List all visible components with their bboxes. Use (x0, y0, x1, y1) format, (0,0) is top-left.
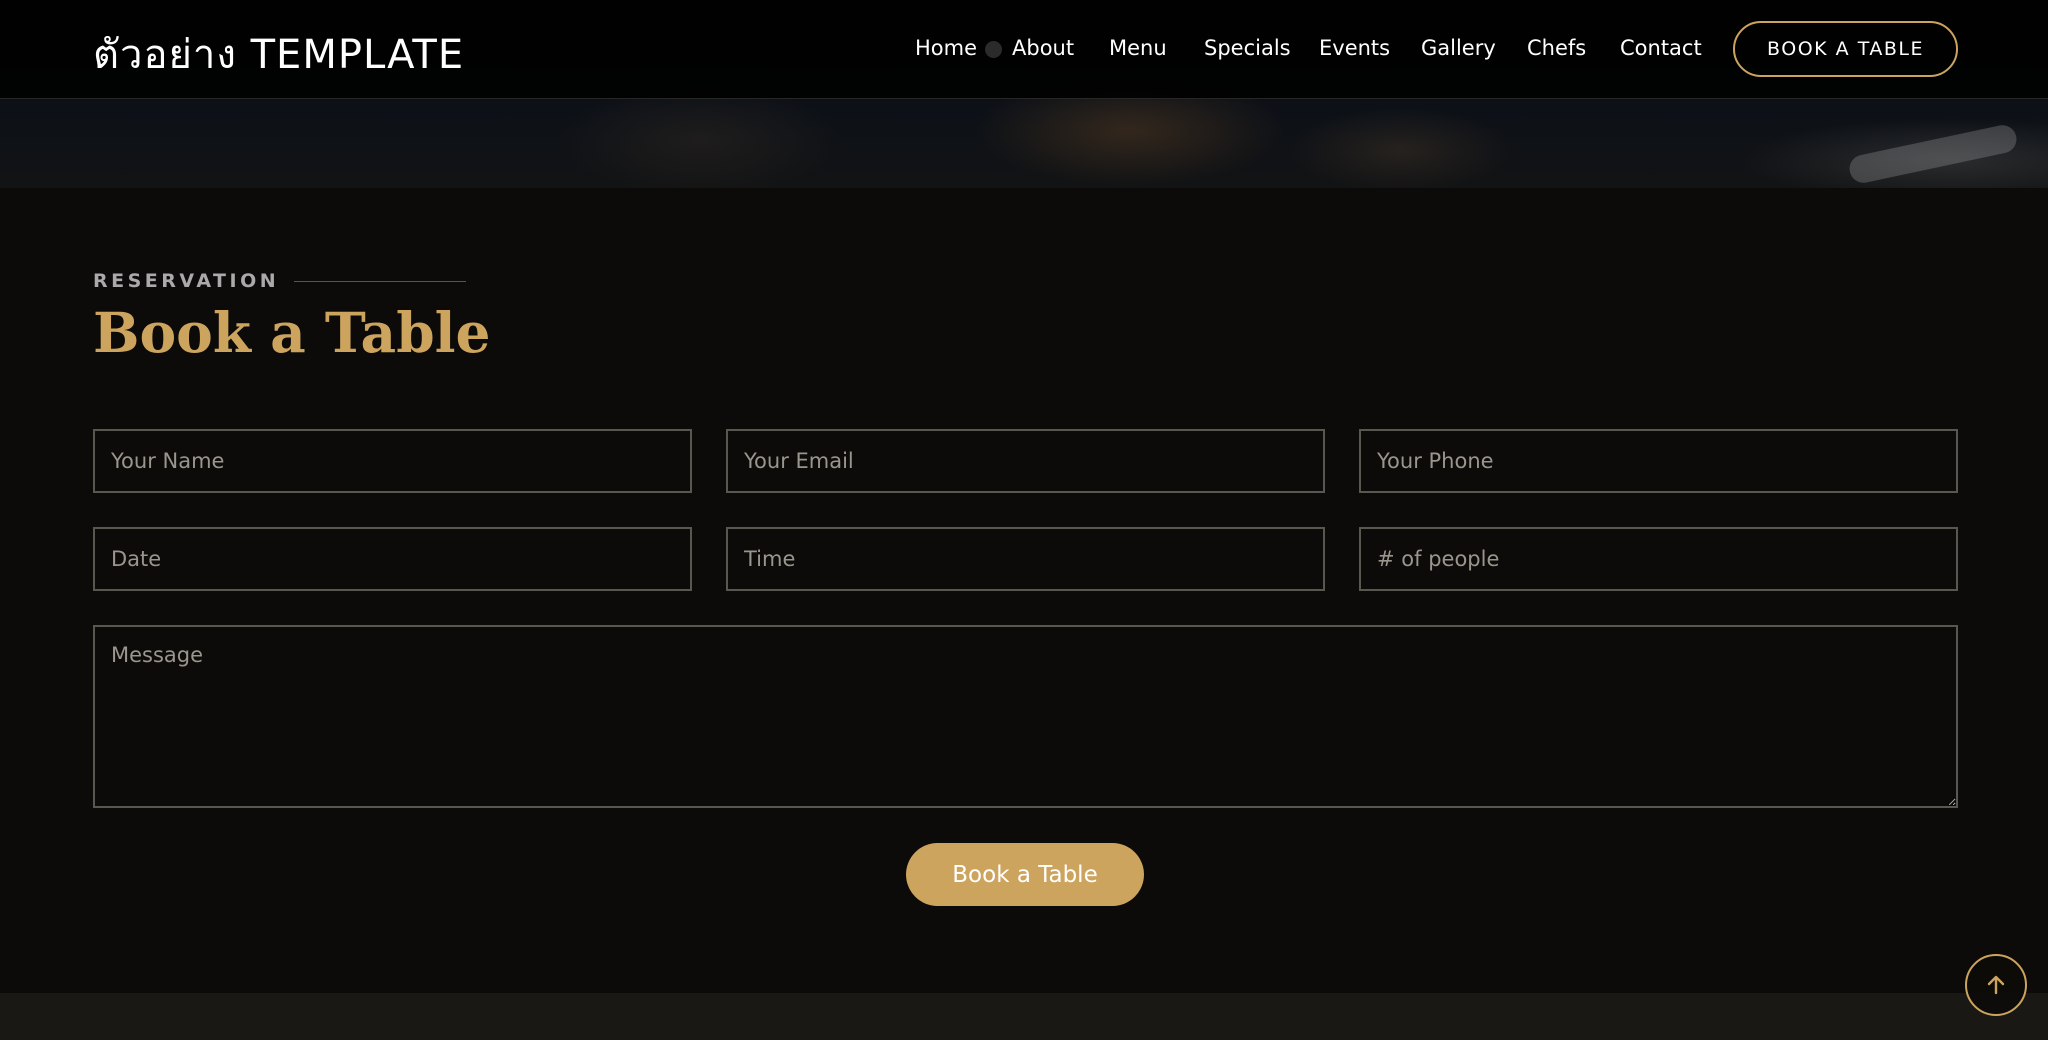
site-header: ตัวอย่าง TEMPLATE Home About Menu Specia… (0, 0, 2048, 99)
phone-input[interactable] (1359, 429, 1958, 493)
cursor-dot (985, 41, 1002, 58)
section-label-line (294, 280, 467, 282)
name-input[interactable] (93, 429, 692, 493)
scroll-to-top-button[interactable] (1965, 954, 2027, 1016)
nav-home[interactable]: Home (915, 36, 977, 60)
nav-about[interactable]: About (1012, 36, 1074, 60)
nav-contact[interactable]: Contact (1620, 36, 1702, 60)
nav-specials[interactable]: Specials (1204, 36, 1291, 60)
nav-events[interactable]: Events (1319, 36, 1390, 60)
time-input[interactable] (726, 527, 1325, 591)
nav-chefs[interactable]: Chefs (1527, 36, 1586, 60)
email-input[interactable] (726, 429, 1325, 493)
section-title: Book a Table (93, 300, 491, 365)
nav-gallery[interactable]: Gallery (1421, 36, 1496, 60)
site-logo[interactable]: ตัวอย่าง TEMPLATE (93, 22, 464, 86)
section-label-row: RESERVATION (93, 270, 467, 292)
message-textarea[interactable] (93, 625, 1958, 808)
book-a-table-submit-button[interactable]: Book a Table (906, 843, 1144, 906)
date-input[interactable] (93, 527, 692, 591)
book-a-table-header-button[interactable]: BOOK A TABLE (1733, 21, 1958, 77)
footer-strip (0, 993, 2048, 1040)
nav-menu[interactable]: Menu (1109, 36, 1167, 60)
arrow-up-icon (1987, 975, 2005, 995)
hero-light-streak (1846, 122, 2020, 186)
people-input[interactable] (1359, 527, 1958, 591)
section-label: RESERVATION (93, 270, 280, 292)
